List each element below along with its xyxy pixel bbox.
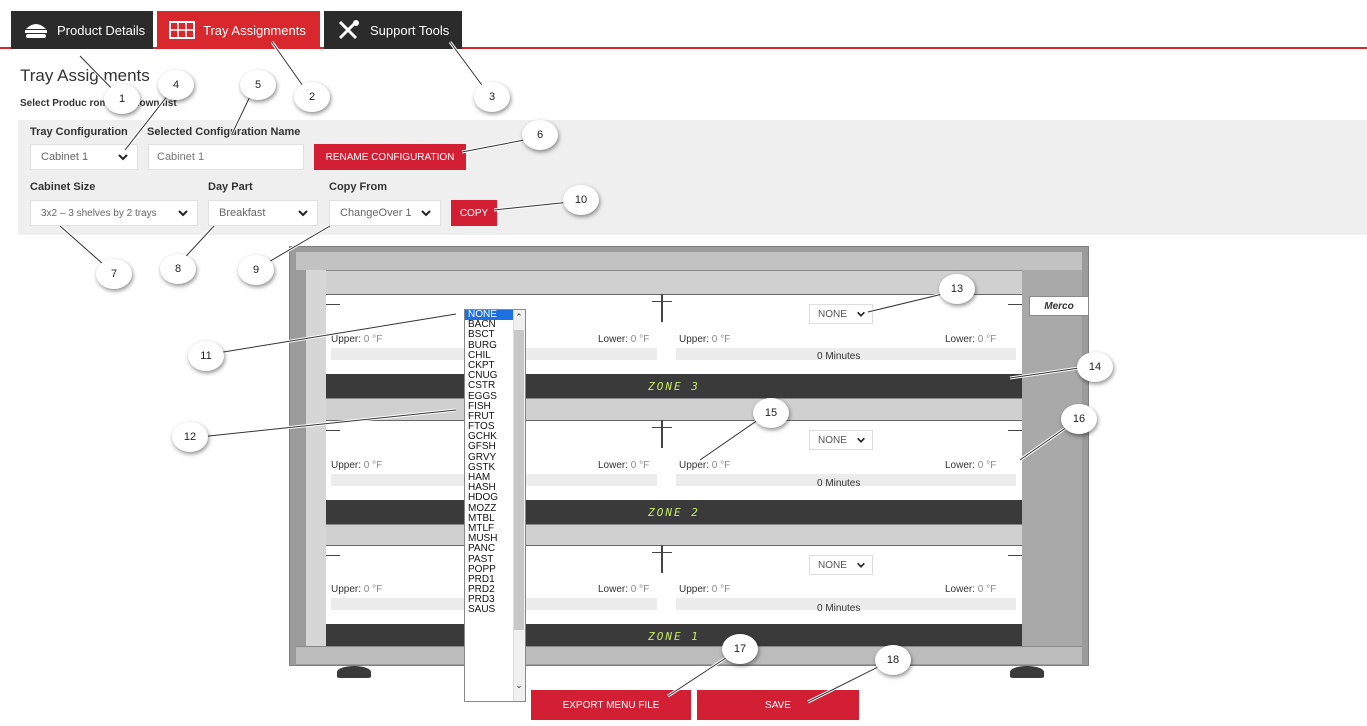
callout-1: 1 [104,84,140,114]
callout-17: 17 [722,634,758,664]
callout-5: 5 [240,70,276,100]
callout-8: 8 [160,254,196,284]
callout-13: 13 [939,274,975,304]
callout-6: 6 [522,120,558,150]
callout-14: 14 [1077,352,1113,382]
callout-12: 12 [172,422,208,452]
callout-2: 2 [294,82,330,112]
callout-4: 4 [158,70,194,100]
callout-10: 10 [563,185,599,215]
callout-11: 11 [188,341,224,371]
callout-15: 15 [753,398,789,428]
callout-16: 16 [1061,404,1097,434]
callout-18: 18 [875,645,911,675]
callout-3: 3 [474,82,510,112]
callout-7: 7 [96,259,132,289]
callout-9: 9 [238,255,274,285]
